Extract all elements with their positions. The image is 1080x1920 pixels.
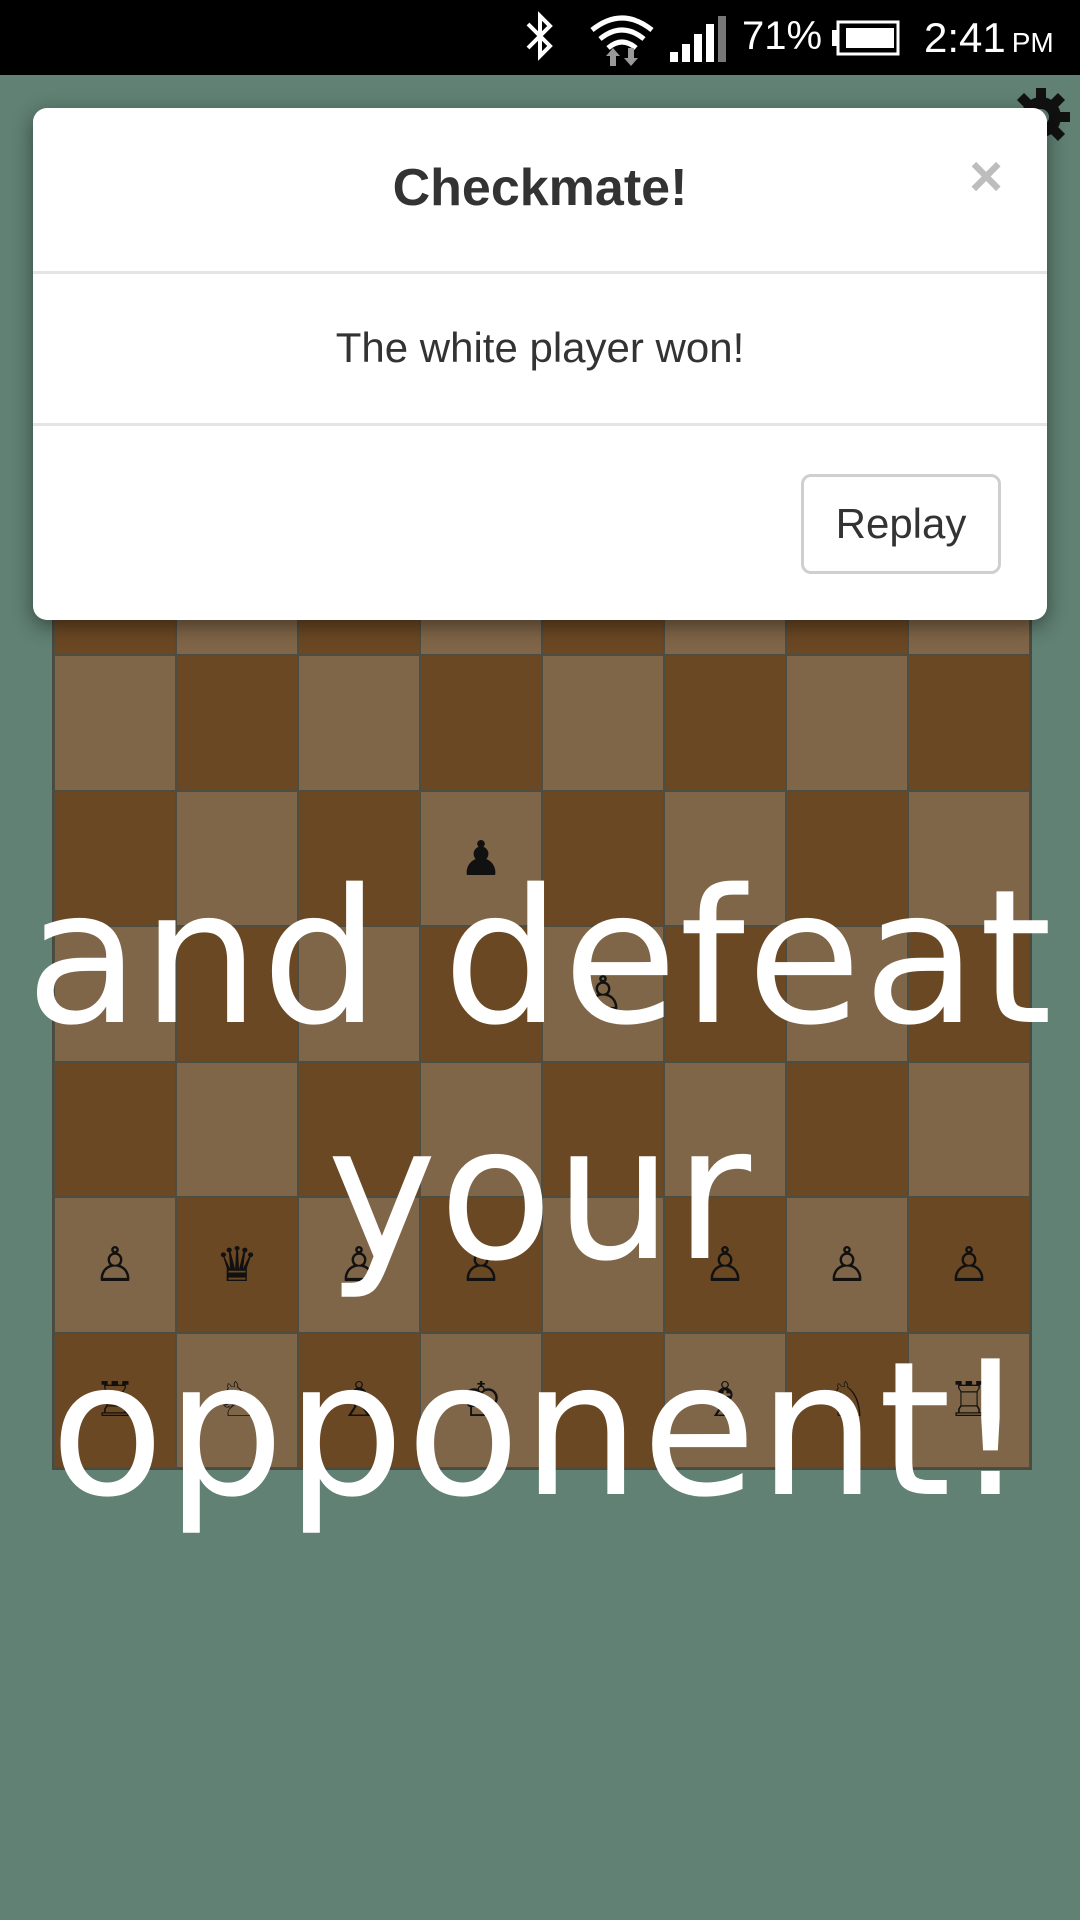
board-square[interactable] [54,655,176,791]
close-icon[interactable]: × [969,148,1003,206]
promo-line-2: your [326,1085,754,1302]
promo-text: and defeat your opponent! [0,840,1080,1548]
dialog-message: The white player won! [335,324,745,371]
replay-button[interactable]: Replay [801,474,1001,574]
board-square[interactable] [542,655,664,791]
clock: 2:41 PM [924,14,1054,62]
checkmate-dialog: Checkmate! × The white player won! Repla… [33,108,1047,620]
board-square[interactable] [664,655,786,791]
bluetooth-icon [526,11,553,61]
status-bar: 71% 2:41 PM [0,0,1080,75]
battery-icon [832,20,900,56]
clock-time: 2:41 [924,14,1006,61]
board-square[interactable] [420,655,542,791]
board-square[interactable] [298,655,420,791]
signal-icon [670,16,726,62]
board-square[interactable] [908,655,1030,791]
promo-line-1: and defeat [25,849,1055,1066]
promo-line-3: opponent! [50,1321,1030,1538]
dialog-title: Checkmate! [392,159,688,217]
dialog-body: The white player won! [33,274,1047,426]
clock-ampm: PM [1011,27,1054,58]
wifi-icon [590,15,654,66]
dialog-header: Checkmate! × [33,108,1047,274]
board-square[interactable] [786,655,908,791]
board-square[interactable] [176,655,298,791]
battery-percent: 71% [742,14,823,58]
